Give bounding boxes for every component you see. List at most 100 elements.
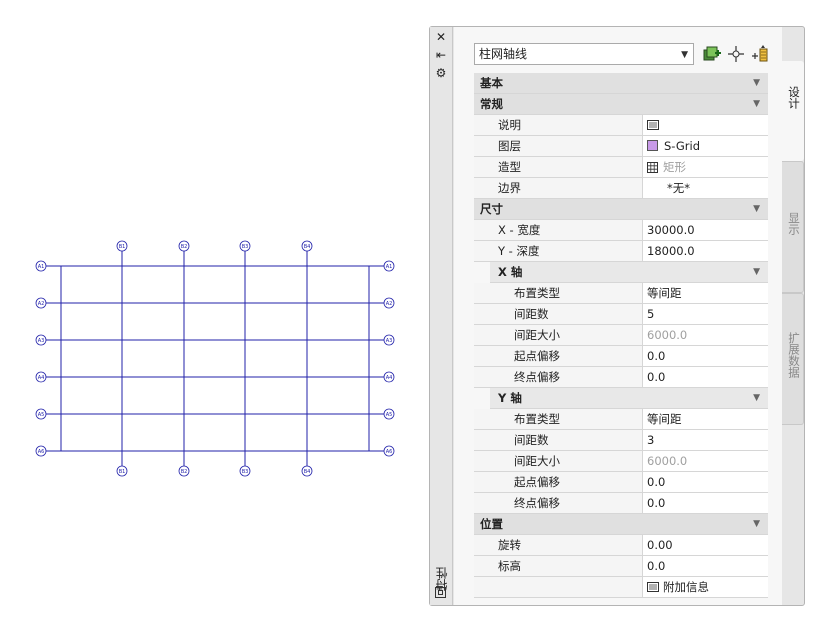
grid-bubble-left-A3[interactable]: A3 (35, 334, 47, 346)
tab-design[interactable]: 设计 (782, 61, 804, 161)
section-y-axis-label: Y 轴 (498, 391, 522, 405)
collapse-icon[interactable]: ▼ (753, 199, 760, 219)
properties-palette: ✕ ⇤ ⚙ 特性 柱网轴线 ▼ 基本 ▼ 常规 ▼ 说明 图层 S-Grid 造… (429, 26, 805, 606)
property-label: 标高 (498, 559, 521, 573)
property-row-y-layout[interactable]: 布置类型 等间距 (474, 409, 768, 430)
grid-bubble-top-B1[interactable]: B1 (116, 240, 128, 252)
tab-display[interactable]: 显示 (782, 161, 804, 293)
x-width-value[interactable]: 30000.0 (642, 220, 768, 240)
palette-settings-icon[interactable]: ⚙ (432, 65, 450, 81)
collapse-icon[interactable]: ▼ (753, 262, 760, 282)
description-value[interactable] (642, 115, 768, 135)
svg-text:B2: B2 (181, 469, 188, 475)
rotation-value[interactable]: 0.00 (642, 535, 768, 555)
collapse-icon[interactable]: ▼ (753, 94, 760, 114)
property-row-y-size[interactable]: 间距大小 6000.0 (474, 451, 768, 472)
grid-bubble-bottom-B1[interactable]: B1 (116, 465, 128, 477)
x-count-value[interactable]: 5 (642, 304, 768, 324)
grid-bubble-right-A3[interactable]: A3 (383, 334, 395, 346)
property-row-y-depth[interactable]: Y - 深度 18000.0 (474, 241, 768, 262)
y-depth-value[interactable]: 18000.0 (642, 241, 768, 261)
add-style-icon[interactable] (702, 44, 722, 64)
property-label: 说明 (498, 118, 521, 132)
collapse-icon[interactable]: ▼ (753, 514, 760, 534)
column-grid-drawing[interactable]: B1 B2 B3 B4 B1 B2 B3 B4 A1 A2 A3 A4 A5 A6 A1 A2 A3 A4 A5 A6 (0, 0, 420, 620)
svg-text:B4: B4 (304, 244, 311, 250)
boundary-value[interactable]: *无* (642, 178, 768, 198)
property-row-x-width[interactable]: X - 宽度 30000.0 (474, 220, 768, 241)
property-row-x-size[interactable]: 间距大小 6000.0 (474, 325, 768, 346)
section-location[interactable]: 位置 ▼ (474, 514, 768, 535)
svg-text:A5: A5 (386, 412, 393, 418)
property-row-boundary[interactable]: 边界 *无* (474, 178, 768, 199)
section-general[interactable]: 常规 ▼ (474, 94, 768, 115)
property-row-layer[interactable]: 图层 S-Grid (474, 136, 768, 157)
pick-point-icon[interactable] (726, 44, 746, 64)
property-label: 起点偏移 (514, 349, 560, 363)
grid-bubble-left-A6[interactable]: A6 (35, 445, 47, 457)
grid-bubble-top-B4[interactable]: B4 (301, 240, 313, 252)
property-row-x-layout[interactable]: 布置类型 等间距 (474, 283, 768, 304)
property-label: 边界 (498, 181, 521, 195)
quick-select-icon[interactable] (750, 44, 770, 64)
section-basic[interactable]: 基本 ▼ (474, 73, 768, 94)
grid-bubble-left-A2[interactable]: A2 (35, 297, 47, 309)
property-row-elevation[interactable]: 标高 0.0 (474, 556, 768, 577)
collapse-icon[interactable]: ▼ (753, 388, 760, 408)
section-y-axis[interactable]: Y 轴 ▼ (490, 388, 768, 409)
y-count-value[interactable]: 3 (642, 430, 768, 450)
grid-bubble-right-A2[interactable]: A2 (383, 297, 395, 309)
grid-bubble-top-B3[interactable]: B3 (239, 240, 251, 252)
grid-bubble-right-A4[interactable]: A4 (383, 371, 395, 383)
x-layout-value[interactable]: 等间距 (642, 283, 768, 303)
y-end-value[interactable]: 0.0 (642, 493, 768, 513)
grid-bubble-bottom-B4[interactable]: B4 (301, 465, 313, 477)
y-layout-value[interactable]: 等间距 (642, 409, 768, 429)
shape-value[interactable]: 矩形 (642, 157, 768, 177)
layer-value[interactable]: S-Grid (642, 136, 768, 156)
property-row-x-count[interactable]: 间距数 5 (474, 304, 768, 325)
tab-extended-data-label: 扩展数据 (787, 332, 801, 378)
property-row-description[interactable]: 说明 (474, 115, 768, 136)
grid-bubble-right-A5[interactable]: A5 (383, 408, 395, 420)
grid-bubble-left-A5[interactable]: A5 (35, 408, 47, 420)
property-label: 旋转 (498, 538, 521, 552)
elevation-value[interactable]: 0.0 (642, 556, 768, 576)
property-row-shape[interactable]: 造型 矩形 (474, 157, 768, 178)
property-label: Y - 深度 (498, 244, 540, 258)
notes-icon[interactable] (647, 582, 659, 592)
grid-bubble-top-B2[interactable]: B2 (178, 240, 190, 252)
grid-bubble-left-A1[interactable]: A1 (35, 260, 47, 272)
svg-text:A6: A6 (38, 449, 45, 455)
svg-text:B3: B3 (242, 244, 249, 250)
property-row-y-end[interactable]: 终点偏移 0.0 (474, 493, 768, 514)
property-row-y-count[interactable]: 间距数 3 (474, 430, 768, 451)
object-style-dropdown[interactable]: 柱网轴线 ▼ (474, 43, 694, 65)
y-start-value[interactable]: 0.0 (642, 472, 768, 492)
svg-text:B1: B1 (119, 469, 126, 475)
svg-text:B1: B1 (119, 244, 126, 250)
notes-icon[interactable] (647, 120, 659, 130)
grid-bubble-right-A6[interactable]: A6 (383, 445, 395, 457)
property-row-rotation[interactable]: 旋转 0.00 (474, 535, 768, 556)
section-dimensions[interactable]: 尺寸 ▼ (474, 199, 768, 220)
collapse-icon[interactable]: ▼ (753, 73, 760, 93)
palette-titlebar[interactable]: ✕ ⇤ ⚙ 特性 (430, 27, 453, 605)
property-row-additional[interactable]: 附加信息 (474, 577, 768, 598)
property-row-y-start[interactable]: 起点偏移 0.0 (474, 472, 768, 493)
close-icon[interactable]: ✕ (432, 29, 450, 45)
grid-bubble-bottom-B2[interactable]: B2 (178, 465, 190, 477)
tab-extended-data[interactable]: 扩展数据 (782, 293, 804, 425)
property-label: 起点偏移 (514, 475, 560, 489)
grid-bubble-right-A1[interactable]: A1 (383, 260, 395, 272)
chevron-down-icon[interactable]: ▼ (681, 45, 688, 65)
grid-bubble-bottom-B3[interactable]: B3 (239, 465, 251, 477)
property-row-x-end[interactable]: 终点偏移 0.0 (474, 367, 768, 388)
grid-bubble-left-A4[interactable]: A4 (35, 371, 47, 383)
auto-hide-icon[interactable]: ⇤ (432, 47, 450, 63)
x-start-value[interactable]: 0.0 (642, 346, 768, 366)
section-x-axis[interactable]: X 轴 ▼ (490, 262, 768, 283)
x-end-value[interactable]: 0.0 (642, 367, 768, 387)
additional-info-value[interactable]: 附加信息 (642, 577, 768, 597)
property-row-x-start[interactable]: 起点偏移 0.0 (474, 346, 768, 367)
